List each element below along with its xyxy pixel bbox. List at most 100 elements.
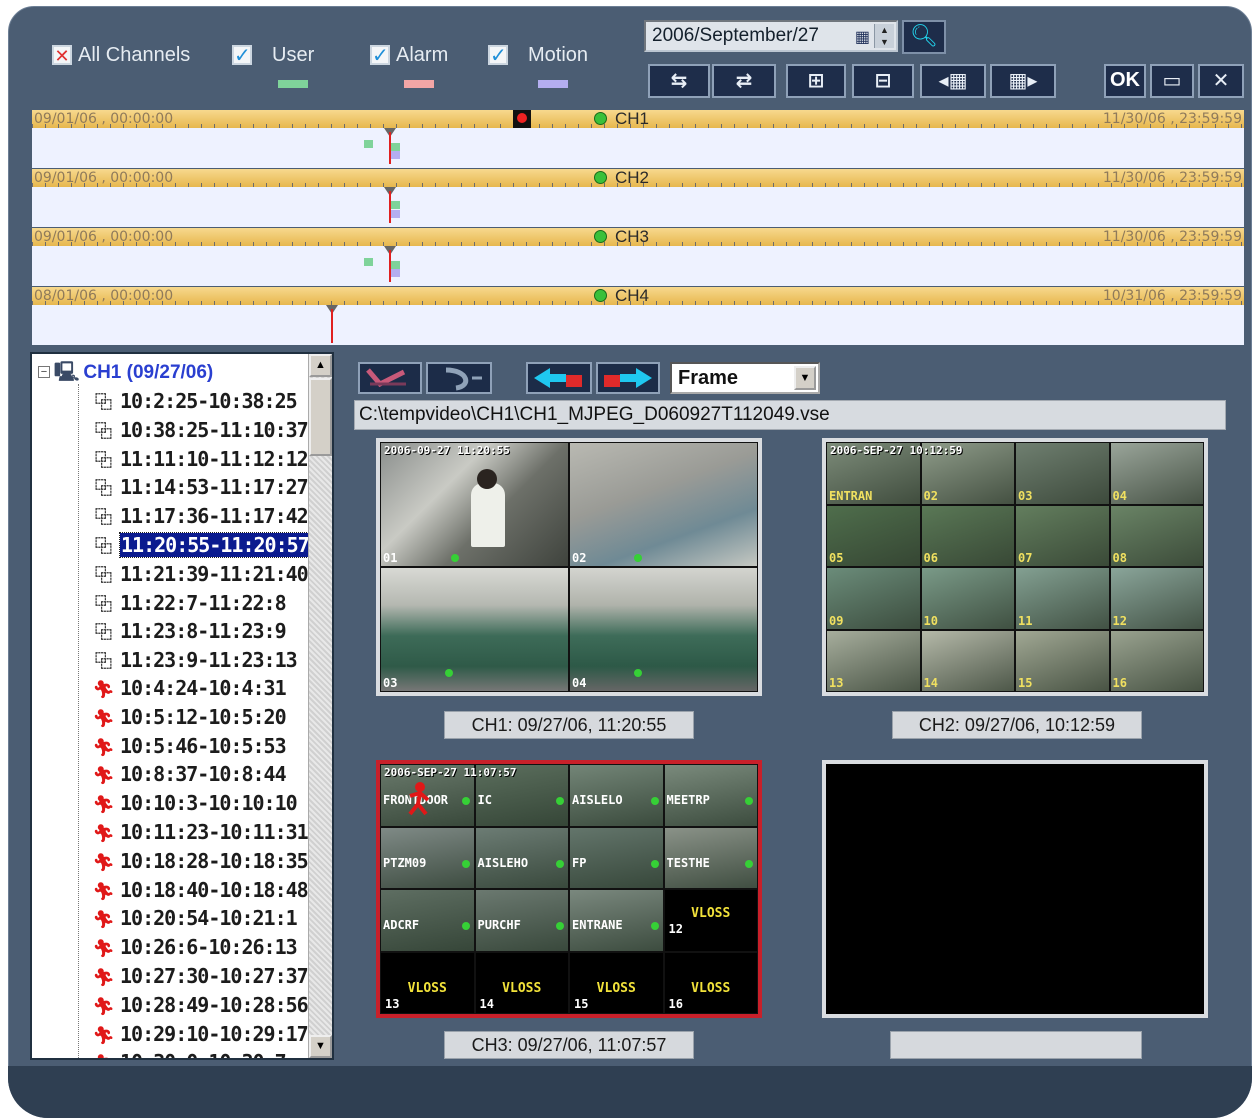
motion-event-item[interactable]: 🏃︎ 10:10:3-10:10:10 (90, 791, 298, 817)
scroll-up-button[interactable]: ▲ (309, 354, 332, 377)
user-event-mark[interactable] (391, 143, 400, 151)
previous-frame-button[interactable] (526, 362, 592, 394)
date-spinner[interactable]: ▲ ▼ (874, 24, 894, 48)
next-frame-button[interactable] (596, 362, 660, 394)
camera-cell[interactable]: VLOSS 12 (663, 889, 758, 952)
camera-cell[interactable]: VLOSS 15 (569, 951, 664, 1014)
motion-event-mark[interactable] (391, 269, 400, 277)
camera-cell[interactable]: PURCHF (474, 889, 569, 952)
ok-button[interactable]: OK (1104, 64, 1146, 98)
timeline-track[interactable] (32, 305, 1244, 345)
camera-cell[interactable]: 04 (1109, 442, 1204, 505)
minimize-button[interactable]: ▭ (1150, 64, 1194, 98)
camera-cell[interactable]: VLOSS 14 (474, 951, 569, 1014)
move-left-button[interactable]: ⇆ (648, 64, 710, 98)
scroll-down-button[interactable]: ▼ (309, 1035, 332, 1058)
camera-cell[interactable]: AISLEHO (474, 826, 569, 889)
video-pane-ch2[interactable]: ENTRAN 02 03 04 05 06 07 08 09 10 11 12 13 14 15 16 200… (822, 438, 1208, 696)
camera-cell[interactable]: 01 (380, 442, 569, 567)
camera-cell[interactable]: MEETRP (663, 764, 758, 827)
camera-cell[interactable]: 15 (1015, 629, 1110, 692)
user-event-mark[interactable] (364, 140, 373, 148)
timeline-ch2[interactable]: 09/01/06 , 00:00:00 CH2 11/30/06 , 23:59… (32, 169, 1244, 227)
camera-cell[interactable]: 05 (826, 504, 921, 567)
move-right-button[interactable]: ⇄ (712, 64, 776, 98)
chevron-down-icon[interactable]: ▼ (794, 366, 816, 390)
alarm-checkbox[interactable]: ✓ (370, 43, 390, 67)
timeline-ch4[interactable]: 08/01/06 , 00:00:00 CH4 10/31/06 , 23:59… (32, 287, 1244, 345)
play-forward-button[interactable] (426, 362, 492, 394)
tree-scrollbar[interactable]: ▲ ▼ (308, 354, 332, 1058)
user-event-mark[interactable] (364, 258, 373, 266)
camera-cell[interactable]: VLOSS 13 (380, 951, 475, 1014)
scroll-thumb[interactable] (309, 378, 332, 456)
motion-event-item[interactable]: 🏃︎ 10:5:46-10:5:53 (90, 734, 287, 760)
camera-cell[interactable]: 07 (1015, 504, 1110, 567)
user-checkbox[interactable]: ✓ (232, 43, 252, 67)
motion-checkbox[interactable]: ✓ (488, 43, 508, 67)
close-button[interactable]: ✕ (1198, 64, 1244, 98)
camera-cell[interactable]: 09 (826, 567, 921, 630)
date-picker[interactable]: 2006/September/27 ▦ ▲ ▼ (644, 20, 898, 52)
user-event-item[interactable]: ⿻ 11:23:9-11:23:13 (90, 647, 298, 673)
filter-user[interactable]: ✓ User (232, 40, 314, 70)
camera-cell[interactable]: TESTHE (663, 826, 758, 889)
camera-cell[interactable]: ENTRANE (569, 889, 664, 952)
filter-all-channels[interactable]: ✕ All Channels (52, 40, 190, 70)
timeline-ch1[interactable]: 09/01/06 , 00:00:00 CH1 11/30/06 , 23:59… (32, 110, 1244, 168)
camera-cell[interactable]: 02 (569, 442, 758, 567)
tree-root-ch1[interactable]: − 🖳 CH1 (09/27/06) (38, 358, 213, 390)
previous-day-button[interactable]: ◂▦ (920, 64, 986, 98)
camera-cell[interactable]: ADCRF (380, 889, 475, 952)
motion-event-item[interactable]: 🏃︎ 10:27:30-10:27:37 (90, 964, 309, 990)
camera-cell[interactable]: 08 (1109, 504, 1204, 567)
user-event-mark[interactable] (391, 201, 400, 209)
timeline-track[interactable] (32, 246, 1244, 286)
camera-cell[interactable]: AISLELO (569, 764, 664, 827)
timeline-track[interactable] (32, 128, 1244, 168)
motion-event-item[interactable]: 🏃︎ 10:18:28-10:18:35 (90, 849, 309, 875)
all-channels-checkbox[interactable]: ✕ (52, 45, 72, 67)
camera-cell[interactable]: 16 (1109, 629, 1204, 692)
zoom-in-button[interactable]: ⊞ (786, 64, 846, 98)
user-event-item[interactable]: ⿻ 11:20:55-11:20:57 (90, 532, 311, 558)
motion-event-item[interactable]: 🏃︎ 10:11:23-10:11:31 (90, 820, 309, 846)
camera-cell[interactable]: 12 (1109, 567, 1204, 630)
video-pane-ch3[interactable]: FRONTDOOR IC AISLELO MEETRP PTZM09 AISLEHO FP T… (376, 760, 762, 1018)
motion-event-item[interactable]: 🏃︎ 10:5:12-10:5:20 (90, 705, 287, 731)
camera-cell[interactable]: 11 (1015, 567, 1110, 630)
camera-cell[interactable]: 03 (380, 567, 569, 692)
camera-cell[interactable]: 10 (920, 567, 1015, 630)
next-day-button[interactable]: ▦▸ (990, 64, 1056, 98)
camera-cell[interactable]: 14 (920, 629, 1015, 692)
timeline-track[interactable] (32, 187, 1244, 227)
filter-motion[interactable]: ✓ Motion (488, 40, 588, 70)
camera-cell[interactable]: 13 (826, 629, 921, 692)
motion-event-item[interactable]: 🏃︎ 10:30:0-10:30:7 (90, 1050, 287, 1058)
alarm-flag-icon[interactable] (513, 110, 531, 128)
playback-mode-select[interactable]: Frame ▼ (670, 362, 820, 394)
filter-alarm[interactable]: ✓ Alarm (370, 40, 448, 70)
camera-cell[interactable]: FP (569, 826, 664, 889)
camera-cell[interactable]: PTZM09 (380, 826, 475, 889)
user-event-item[interactable]: ⿻ 11:21:39-11:21:40 (90, 561, 309, 587)
user-event-item[interactable]: ⿻ 11:22:7-11:22:8 (90, 590, 287, 616)
video-pane-ch1[interactable]: 01 02 03 04 2006-09-27 11:20:55 (376, 438, 762, 696)
user-event-item[interactable]: ⿻ 10:38:25-11:10:37 (90, 417, 309, 443)
search-button[interactable]: 🔍︎ (902, 20, 946, 54)
timeline-ch3[interactable]: 09/01/06 , 00:00:00 CH3 11/30/06 , 23:59… (32, 228, 1244, 286)
user-event-item[interactable]: ⿻ 11:11:10-11:12:12 (90, 446, 309, 472)
camera-cell[interactable]: VLOSS 16 (663, 951, 758, 1014)
play-reverse-button[interactable] (358, 362, 422, 394)
event-tree[interactable]: − 🖳 CH1 (09/27/06) ⿻ 10:2:25-10:38:25 ⿻ 10:38… (30, 352, 334, 1060)
motion-event-mark[interactable] (391, 151, 400, 159)
user-event-item[interactable]: ⿻ 11:17:36-11:17:42 (90, 503, 309, 529)
user-event-item[interactable]: ⿻ 10:2:25-10:38:25 (90, 388, 298, 414)
motion-event-item[interactable]: 🏃︎ 10:18:40-10:18:48 (90, 878, 309, 904)
motion-event-item[interactable]: 🏃︎ 10:26:6-10:26:13 (90, 935, 298, 961)
motion-event-item[interactable]: 🏃︎ 10:4:24-10:4:31 (90, 676, 287, 702)
user-event-item[interactable]: ⿻ 11:23:8-11:23:9 (90, 618, 287, 644)
zoom-out-button[interactable]: ⊟ (852, 64, 914, 98)
camera-cell[interactable]: 06 (920, 504, 1015, 567)
motion-event-item[interactable]: 🏃︎ 10:8:37-10:8:44 (90, 762, 287, 788)
